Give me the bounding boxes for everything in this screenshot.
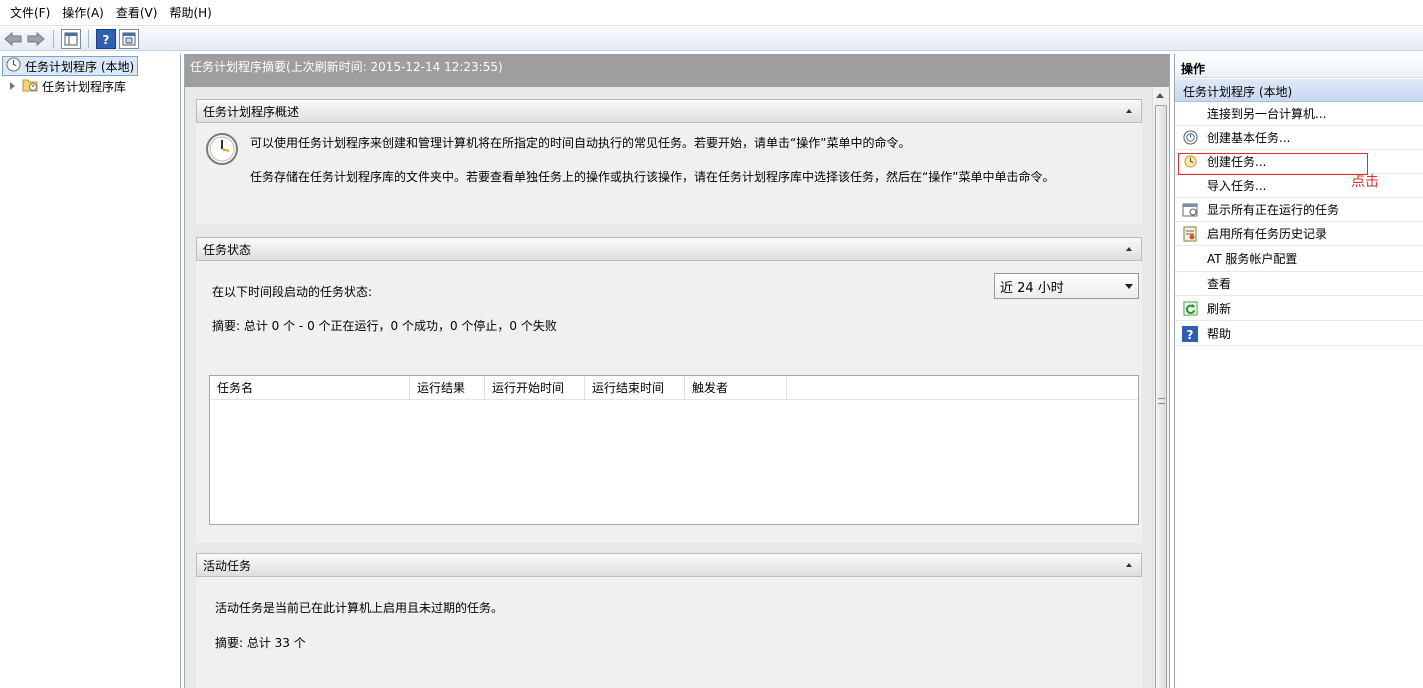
section-title: 任务状态 xyxy=(203,242,252,257)
column-run-end[interactable]: 运行结束时间 xyxy=(585,376,685,400)
svg-text:?: ? xyxy=(103,33,110,46)
column-triggered-by[interactable]: 触发者 xyxy=(685,376,787,400)
summary-body: 任务计划程序概述 可以使用任务计划程序来创建和管理计算机将在所指定的时间自动执行… xyxy=(185,87,1152,688)
action-connect-computer[interactable]: 连接到另一台计算机... xyxy=(1175,102,1423,126)
tree-item-task-library[interactable]: 任务计划程序库 xyxy=(10,76,126,96)
action-label: 创建基本任务... xyxy=(1207,131,1291,145)
active-tasks-summary: 摘要: 总计 33 个 xyxy=(215,636,306,650)
help-icon: ? xyxy=(1182,325,1198,342)
action-label: 显示所有正在运行的任务 xyxy=(1207,203,1340,217)
task-status-table: 任务名 运行结果 运行开始时间 运行结束时间 触发者 xyxy=(209,375,1139,525)
highlight-box xyxy=(1178,153,1368,175)
action-help[interactable]: ? 帮助 xyxy=(1175,322,1423,346)
tree-item-label: 任务计划程序 (本地) xyxy=(25,59,135,74)
expand-arrow-icon[interactable] xyxy=(10,82,15,90)
action-show-running-tasks[interactable]: 显示所有正在运行的任务 xyxy=(1175,198,1423,222)
chevron-down-icon xyxy=(1125,283,1133,289)
section-title: 活动任务 xyxy=(203,558,252,573)
back-arrow-icon[interactable] xyxy=(3,29,23,49)
overview-section-header[interactable]: 任务计划程序概述 xyxy=(196,99,1142,123)
overview-line-2: 任务存储在任务计划程序库的文件夹中。若要查看单独任务上的操作或执行该操作，请在任… xyxy=(250,170,1055,184)
toolbar-separator xyxy=(88,29,89,48)
summary-pane: 任务计划程序摘要(上次刷新时间: 2015-12-14 12:23:55) 任务… xyxy=(184,54,1170,688)
action-label: 启用所有任务历史记录 xyxy=(1207,227,1328,241)
action-label: AT 服务帐户配置 xyxy=(1207,252,1298,266)
actions-subtitle[interactable]: 任务计划程序 (本地) xyxy=(1175,79,1423,102)
action-enable-task-history[interactable]: 启用所有任务历史记录 xyxy=(1175,222,1423,246)
action-label: 帮助 xyxy=(1207,327,1232,341)
toolbar-separator xyxy=(53,29,54,48)
action-label: 刷新 xyxy=(1207,302,1232,316)
task-status-section: 任务状态 在以下时间段启动的任务状态: 近 24 小时 摘要: 总计 0 个 -… xyxy=(196,237,1142,543)
folder-clock-icon xyxy=(22,77,38,95)
show-console-tree-icon[interactable] xyxy=(61,28,81,49)
task-status-section-header[interactable]: 任务状态 xyxy=(196,237,1142,261)
show-action-pane-icon[interactable] xyxy=(119,28,139,49)
menu-action[interactable]: 操作(A) xyxy=(56,0,110,26)
action-view[interactable]: 查看 xyxy=(1175,272,1423,296)
column-run-start[interactable]: 运行开始时间 xyxy=(485,376,585,400)
clock-icon xyxy=(205,132,239,169)
active-tasks-section-header[interactable]: 活动任务 xyxy=(196,553,1142,577)
action-import-task[interactable]: 导入任务... xyxy=(1175,174,1423,198)
column-task-name[interactable]: 任务名 xyxy=(210,376,410,400)
overview-line-1: 可以使用任务计划程序来创建和管理计算机将在所指定的时间自动执行的常见任务。若要开… xyxy=(250,136,911,150)
period-dropdown-value: 近 24 小时 xyxy=(1000,280,1064,296)
action-label: 连接到另一台计算机... xyxy=(1207,107,1327,121)
create-basic-task-icon xyxy=(1182,130,1198,146)
period-label: 在以下时间段启动的任务状态: xyxy=(212,285,373,299)
status-summary: 摘要: 总计 0 个 - 0 个正在运行，0 个成功，0 个停止，0 个失败 xyxy=(212,319,557,333)
tree-item-task-scheduler-local[interactable]: 任务计划程序 (本地) xyxy=(2,56,139,76)
active-tasks-desc: 活动任务是当前已在此计算机上启用且未过期的任务。 xyxy=(215,601,504,615)
task-history-icon xyxy=(1182,226,1198,242)
column-run-result[interactable]: 运行结果 xyxy=(410,376,485,400)
scroll-up-icon[interactable] xyxy=(1156,93,1164,98)
menu-help[interactable]: 帮助(H) xyxy=(163,0,217,26)
vertical-scrollbar[interactable] xyxy=(1152,87,1169,688)
toolbar: ? xyxy=(0,27,1423,51)
action-label: 查看 xyxy=(1207,277,1232,291)
collapse-icon[interactable] xyxy=(1126,563,1132,567)
action-label: 导入任务... xyxy=(1207,179,1267,193)
menu-bar: 文件(F) 操作(A) 查看(V) 帮助(H) xyxy=(0,0,1423,26)
svg-text:?: ? xyxy=(1187,328,1194,341)
actions-title: 操作 xyxy=(1175,56,1423,78)
summary-header: 任务计划程序摘要(上次刷新时间: 2015-12-14 12:23:55) xyxy=(185,54,1169,87)
section-title: 任务计划程序概述 xyxy=(203,104,300,119)
tree-item-label: 任务计划程序库 xyxy=(42,79,127,94)
table-header: 任务名 运行结果 运行开始时间 运行结束时间 触发者 xyxy=(210,376,1138,400)
collapse-icon[interactable] xyxy=(1126,247,1132,251)
refresh-icon xyxy=(1182,301,1198,317)
action-create-basic-task[interactable]: 创建基本任务... xyxy=(1175,126,1423,150)
menu-view[interactable]: 查看(V) xyxy=(110,0,164,26)
actions-pane: 操作 任务计划程序 (本地) 连接到另一台计算机... 创建基本任务... 创建… xyxy=(1174,54,1423,688)
menu-file[interactable]: 文件(F) xyxy=(4,0,56,26)
grip-icon xyxy=(1158,398,1165,404)
click-annotation: 点击 xyxy=(1351,174,1379,190)
period-dropdown[interactable]: 近 24 小时 xyxy=(994,273,1139,299)
collapse-icon[interactable] xyxy=(1126,109,1132,113)
forward-arrow-icon[interactable] xyxy=(26,29,46,49)
running-tasks-icon xyxy=(1182,202,1198,218)
help-icon[interactable]: ? xyxy=(96,28,116,49)
action-refresh[interactable]: 刷新 xyxy=(1175,297,1423,321)
action-at-service-config[interactable]: AT 服务帐户配置 xyxy=(1175,246,1423,272)
active-tasks-section: 活动任务 活动任务是当前已在此计算机上启用且未过期的任务。 摘要: 总计 33 … xyxy=(196,553,1142,688)
scrollbar-thumb[interactable] xyxy=(1155,105,1167,688)
clock-icon xyxy=(6,57,21,75)
console-tree: 任务计划程序 (本地) 任务计划程序库 xyxy=(0,54,181,688)
overview-section: 任务计划程序概述 可以使用任务计划程序来创建和管理计算机将在所指定的时间自动执行… xyxy=(196,99,1142,224)
